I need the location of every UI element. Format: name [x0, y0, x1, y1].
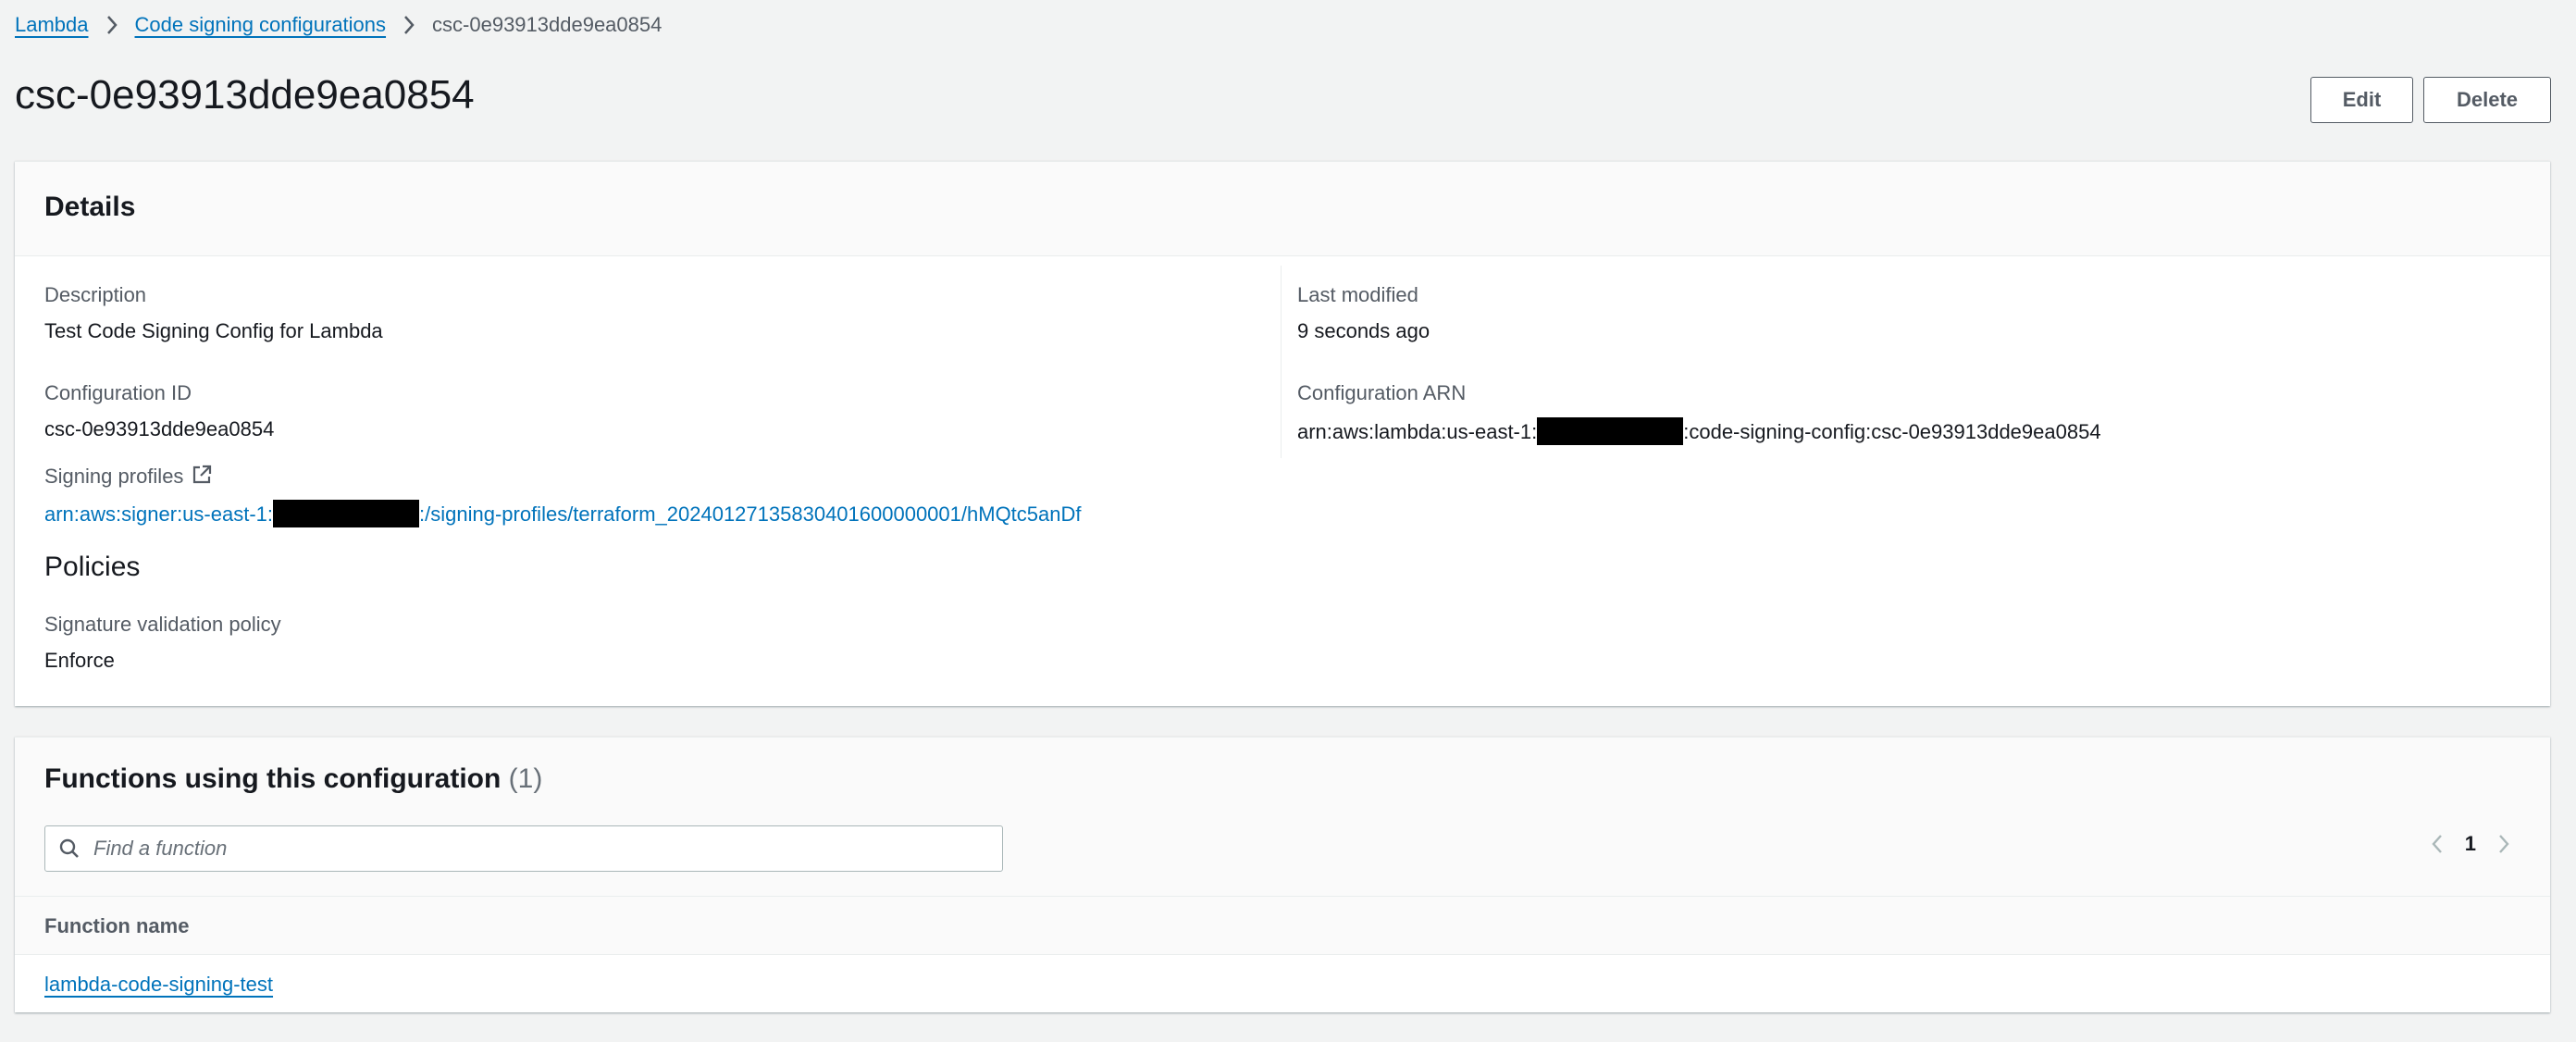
- pagination: 1: [2430, 832, 2511, 856]
- last-modified-label: Last modified: [1297, 283, 1418, 306]
- chevron-right-icon: [402, 15, 415, 35]
- arn-suffix: :code-signing-config:csc-0e93913dde9ea08…: [1683, 420, 2101, 443]
- breadcrumb-current: csc-0e93913dde9ea0854: [432, 13, 663, 36]
- signature-validation-label: Signature validation policy: [44, 613, 281, 636]
- functions-panel: Functions using this configuration (1) 1…: [15, 737, 2550, 1012]
- page-number[interactable]: 1: [2465, 832, 2476, 856]
- redacted-account-id: [1537, 417, 1684, 445]
- breadcrumb-code-signing-configurations[interactable]: Code signing configurations: [135, 13, 387, 37]
- functions-count: (1): [508, 763, 543, 794]
- chevron-right-icon[interactable]: [2496, 833, 2511, 855]
- description-value: Test Code Signing Config for Lambda: [44, 319, 383, 342]
- function-search[interactable]: [44, 825, 1003, 872]
- functions-title: Functions using this configuration (1): [44, 763, 542, 795]
- details-title: Details: [44, 192, 136, 222]
- signing-profiles-label: Signing profiles: [44, 464, 213, 491]
- signing-profile-suffix: :/signing-profiles/terraform_20240127135…: [419, 502, 1082, 526]
- arn-prefix: arn:aws:lambda:us-east-1:: [1297, 420, 1538, 443]
- chevron-right-icon: [105, 15, 118, 35]
- configuration-arn-value: arn:aws:lambda:us-east-1: :code-signing-c…: [1297, 417, 2101, 445]
- configuration-id-label: Configuration ID: [44, 381, 192, 404]
- search-icon: [58, 837, 80, 860]
- configuration-arn-label: Configuration ARN: [1297, 381, 1467, 404]
- signing-profile-link[interactable]: arn:aws:signer:us-east-1: :/signing-profi…: [44, 500, 1082, 527]
- signature-validation-value: Enforce: [44, 649, 115, 672]
- breadcrumb: Lambda Code signing configurations csc-0…: [15, 13, 662, 37]
- breadcrumb-lambda[interactable]: Lambda: [15, 13, 89, 37]
- table-header: Function name: [15, 896, 2550, 955]
- functions-title-text: Functions using this configuration: [44, 763, 502, 794]
- column-divider: [1281, 266, 1282, 458]
- policies-title: Policies: [44, 552, 141, 582]
- description-label: Description: [44, 283, 147, 306]
- signing-profiles-label-text: Signing profiles: [44, 465, 184, 488]
- search-input[interactable]: [92, 836, 984, 862]
- delete-button[interactable]: Delete: [2423, 77, 2551, 123]
- configuration-id-value: csc-0e93913dde9ea0854: [44, 417, 275, 440]
- functions-header: Functions using this configuration (1) 1: [15, 738, 2550, 896]
- column-function-name[interactable]: Function name: [44, 914, 189, 938]
- external-link-icon[interactable]: [191, 464, 213, 491]
- chevron-left-icon[interactable]: [2430, 833, 2445, 855]
- last-modified-value: 9 seconds ago: [1297, 319, 1430, 342]
- edit-button[interactable]: Edit: [2310, 77, 2413, 123]
- page-title: csc-0e93913dde9ea0854: [15, 72, 475, 118]
- signing-profile-prefix: arn:aws:signer:us-east-1:: [44, 502, 273, 526]
- details-header: Details: [15, 162, 2550, 256]
- function-link[interactable]: lambda-code-signing-test: [44, 973, 273, 997]
- details-panel: Details Description Test Code Signing Co…: [15, 161, 2550, 706]
- redacted-account-id: [273, 500, 419, 527]
- table-row: lambda-code-signing-test: [15, 954, 2550, 1011]
